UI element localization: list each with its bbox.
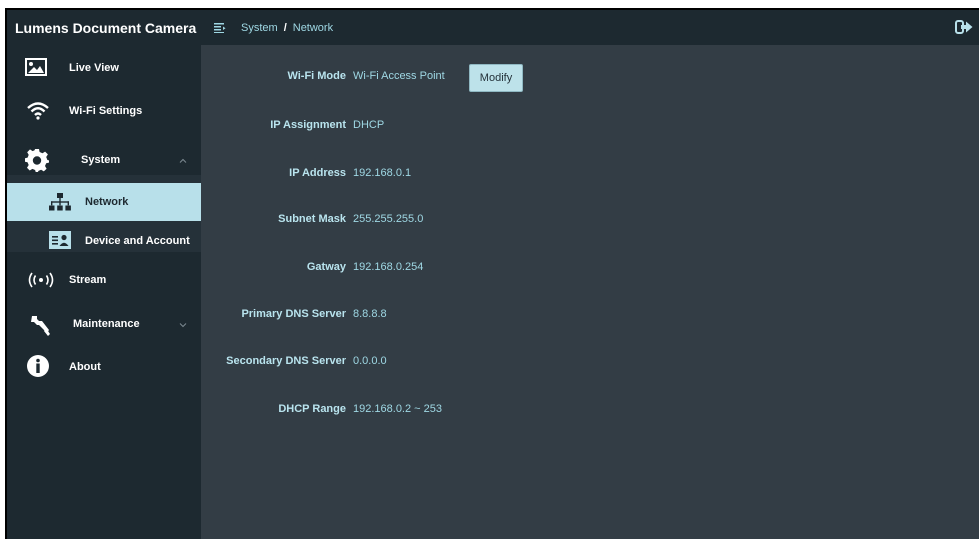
logout-icon[interactable]: [955, 18, 973, 36]
ip-address-value: 192.168.0.1: [353, 167, 412, 179]
secondary-dns-label: Secondary DNS Server: [226, 355, 346, 367]
sidebar-item-live-view[interactable]: Live View: [7, 55, 201, 81]
primary-dns-value: 8.8.8.8: [353, 308, 387, 320]
breadcrumb-network: Network: [292, 21, 334, 34]
ip-assignment-label: IP Assignment: [270, 119, 346, 131]
modify-button[interactable]: Modify: [469, 64, 523, 92]
breadcrumb: System / Network: [241, 22, 333, 34]
gear-icon: [25, 148, 49, 172]
dhcp-range-row: DHCP Range 192.168.0.2 ~ 253: [201, 401, 979, 417]
sidebar-item-stream[interactable]: Stream: [7, 267, 201, 293]
sidebar-item-wifi-settings[interactable]: Wi-Fi Settings: [7, 98, 201, 124]
chevron-up-icon: [179, 156, 187, 164]
dhcp-range-value: 192.168.0.2 ~ 253: [353, 403, 442, 415]
gateway-row: Gatway 192.168.0.254: [201, 259, 979, 275]
image-icon: [25, 58, 47, 76]
breadcrumb-system[interactable]: System: [241, 22, 278, 34]
sidebar: Live View Wi-Fi Settings System Network …: [7, 45, 201, 539]
menu-toggle-icon[interactable]: [211, 21, 229, 35]
wifi-mode-row: Wi-Fi Mode Wi-Fi Access Point: [201, 68, 979, 84]
secondary-dns-value: 0.0.0.0: [353, 355, 387, 367]
primary-dns-label: Primary DNS Server: [241, 308, 346, 320]
network-settings-panel: Wi-Fi Mode Wi-Fi Access Point Modify IP …: [201, 45, 979, 539]
id-card-icon: [49, 231, 71, 249]
subnet-mask-value: 255.255.255.0: [353, 213, 424, 225]
chevron-down-icon: [179, 320, 187, 328]
wifi-icon: [27, 102, 49, 120]
sidebar-item-system[interactable]: System: [7, 145, 201, 175]
ip-address-label: IP Address: [289, 167, 346, 179]
secondary-dns-row: Secondary DNS Server 0.0.0.0: [201, 353, 979, 369]
network-icon: [49, 193, 71, 211]
sidebar-item-device-and-account[interactable]: Device and Account: [7, 227, 201, 255]
app-window: Lumens Document Camera System / Network: [5, 8, 979, 539]
sidebar-item-about[interactable]: About: [7, 353, 201, 381]
app-title: Lumens Document Camera: [15, 19, 197, 36]
subnet-mask-label: Subnet Mask: [278, 213, 346, 225]
wrench-icon: [29, 314, 51, 336]
ip-assignment-value: DHCP: [353, 119, 385, 131]
broadcast-icon: [27, 272, 55, 288]
wifi-mode-value: Wi-Fi Access Point: [353, 70, 445, 82]
dhcp-range-label: DHCP Range: [278, 403, 346, 415]
sidebar-item-network[interactable]: Network: [7, 183, 201, 221]
sidebar-item-maintenance[interactable]: Maintenance: [7, 311, 201, 337]
subnet-mask-row: Subnet Mask 255.255.255.0: [201, 211, 979, 227]
ip-assignment-row: IP Assignment DHCP: [201, 117, 979, 133]
top-bar: Lumens Document Camera System / Network: [7, 10, 979, 45]
ip-address-row: IP Address 192.168.0.1: [201, 165, 979, 181]
gateway-label: Gatway: [306, 261, 346, 273]
primary-dns-row: Primary DNS Server 8.8.8.8: [201, 306, 979, 322]
wifi-mode-label: Wi-Fi Mode: [287, 70, 346, 82]
info-icon: [26, 354, 50, 378]
gateway-value: 192.168.0.254: [353, 261, 424, 273]
breadcrumb-separator: /: [283, 21, 287, 34]
